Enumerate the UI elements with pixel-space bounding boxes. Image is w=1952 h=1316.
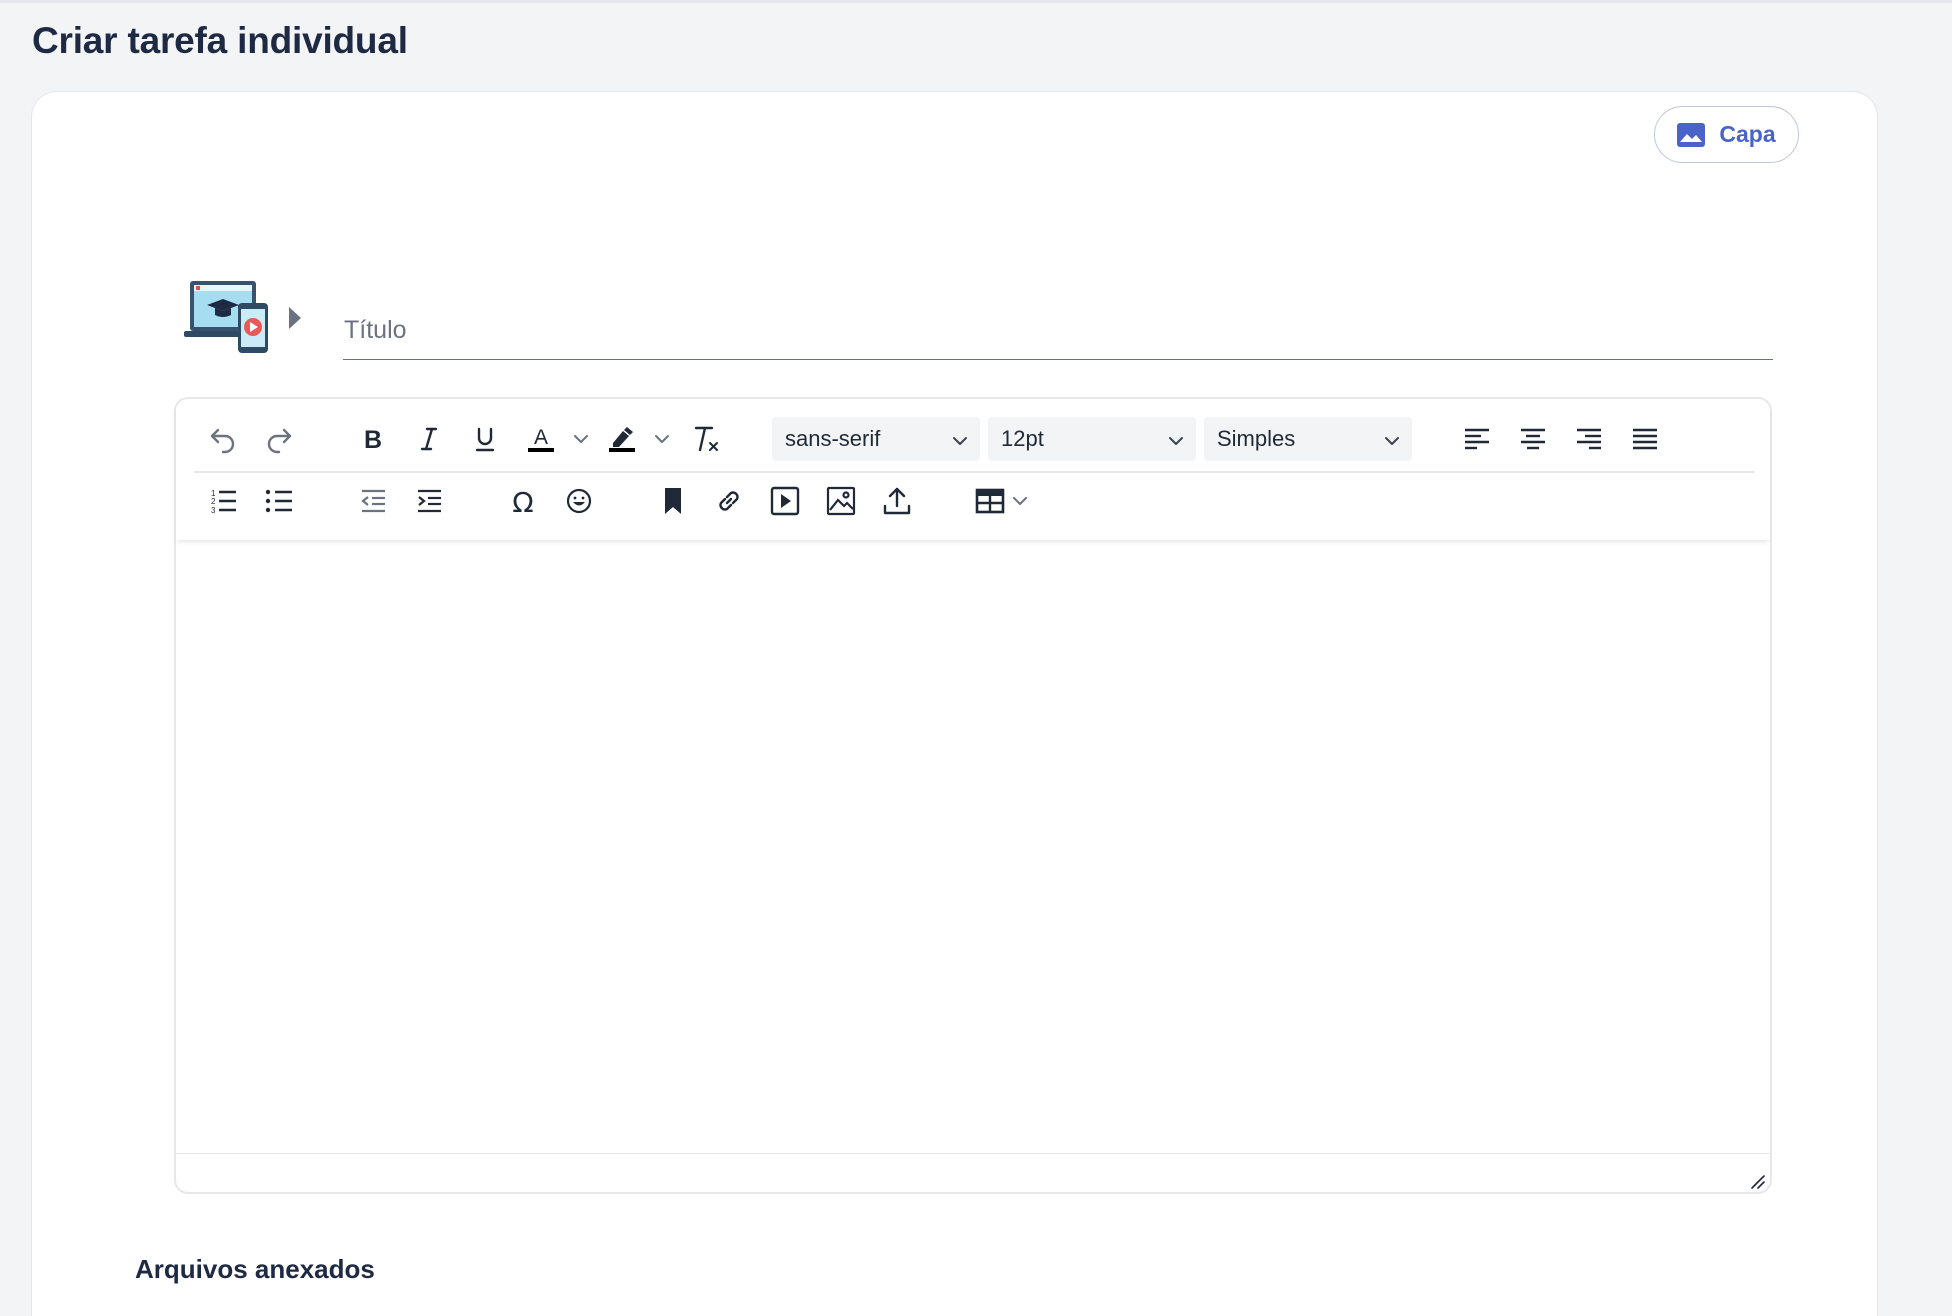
title-input[interactable] <box>343 302 1773 360</box>
svg-text:3: 3 <box>211 506 216 515</box>
rich-text-editor: B A sans-serif 12pt Simples 1 2 3 Ω <box>174 397 1772 1194</box>
align-right-icon[interactable] <box>1569 419 1609 459</box>
chevron-down-icon <box>1168 426 1184 452</box>
page-title: Criar tarefa individual <box>32 20 408 61</box>
link-icon[interactable] <box>709 481 749 521</box>
svg-text:A: A <box>534 426 548 449</box>
top-divider <box>0 0 1952 3</box>
font-family-value: sans-serif <box>785 426 881 451</box>
block-format-select[interactable]: Simples <box>1204 417 1412 461</box>
numbered-list-icon[interactable]: 1 2 3 <box>203 481 243 521</box>
highlight-dropdown-icon[interactable] <box>651 419 673 459</box>
upload-icon[interactable] <box>877 481 917 521</box>
cover-button-label: Capa <box>1719 121 1776 147</box>
attachments-heading: Arquivos anexados <box>135 1254 375 1284</box>
editor-content-area[interactable] <box>176 540 1770 1152</box>
text-color-icon[interactable]: A <box>521 419 561 459</box>
block-format-value: Simples <box>1217 426 1296 451</box>
align-justify-icon[interactable] <box>1625 419 1665 459</box>
bold-icon[interactable]: B <box>353 419 393 459</box>
align-left-icon[interactable] <box>1457 419 1497 459</box>
font-size-value: 12pt <box>1001 426 1044 451</box>
caret-right-icon[interactable] <box>287 305 303 331</box>
editor-statusbar <box>176 1153 1770 1194</box>
bookmark-icon[interactable] <box>653 481 693 521</box>
clear-formatting-icon[interactable] <box>685 419 725 459</box>
special-character-icon[interactable]: Ω <box>503 481 543 521</box>
font-size-select[interactable]: 12pt <box>988 417 1196 461</box>
underline-icon[interactable] <box>465 419 505 459</box>
svg-text:Ω: Ω <box>512 487 533 515</box>
redo-icon[interactable] <box>259 419 299 459</box>
chevron-down-icon <box>1384 426 1400 452</box>
toolbar-row-divider <box>194 471 1754 473</box>
resize-handle-icon[interactable] <box>1748 1172 1766 1190</box>
indent-icon[interactable] <box>409 481 449 521</box>
media-icon[interactable] <box>765 481 805 521</box>
undo-icon[interactable] <box>203 419 243 459</box>
table-dropdown-icon[interactable] <box>1009 481 1031 521</box>
bullet-list-icon[interactable] <box>259 481 299 521</box>
font-family-select[interactable]: sans-serif <box>772 417 980 461</box>
online-learning-icon[interactable] <box>184 279 268 355</box>
highlighter-icon[interactable] <box>602 419 642 459</box>
outdent-icon[interactable] <box>353 481 393 521</box>
text-color-dropdown-icon[interactable] <box>570 419 592 459</box>
align-center-icon[interactable] <box>1513 419 1553 459</box>
cover-button[interactable]: Capa <box>1654 106 1799 163</box>
image-icon[interactable] <box>821 481 861 521</box>
chevron-down-icon <box>952 426 968 452</box>
italic-icon[interactable] <box>409 419 449 459</box>
editor-toolbar: B A sans-serif 12pt Simples 1 2 3 Ω <box>176 399 1770 540</box>
emoji-icon[interactable] <box>559 481 599 521</box>
svg-text:B: B <box>364 426 382 453</box>
image-icon <box>1677 122 1706 147</box>
table-icon[interactable] <box>970 481 1010 521</box>
svg-text:2: 2 <box>211 497 216 506</box>
